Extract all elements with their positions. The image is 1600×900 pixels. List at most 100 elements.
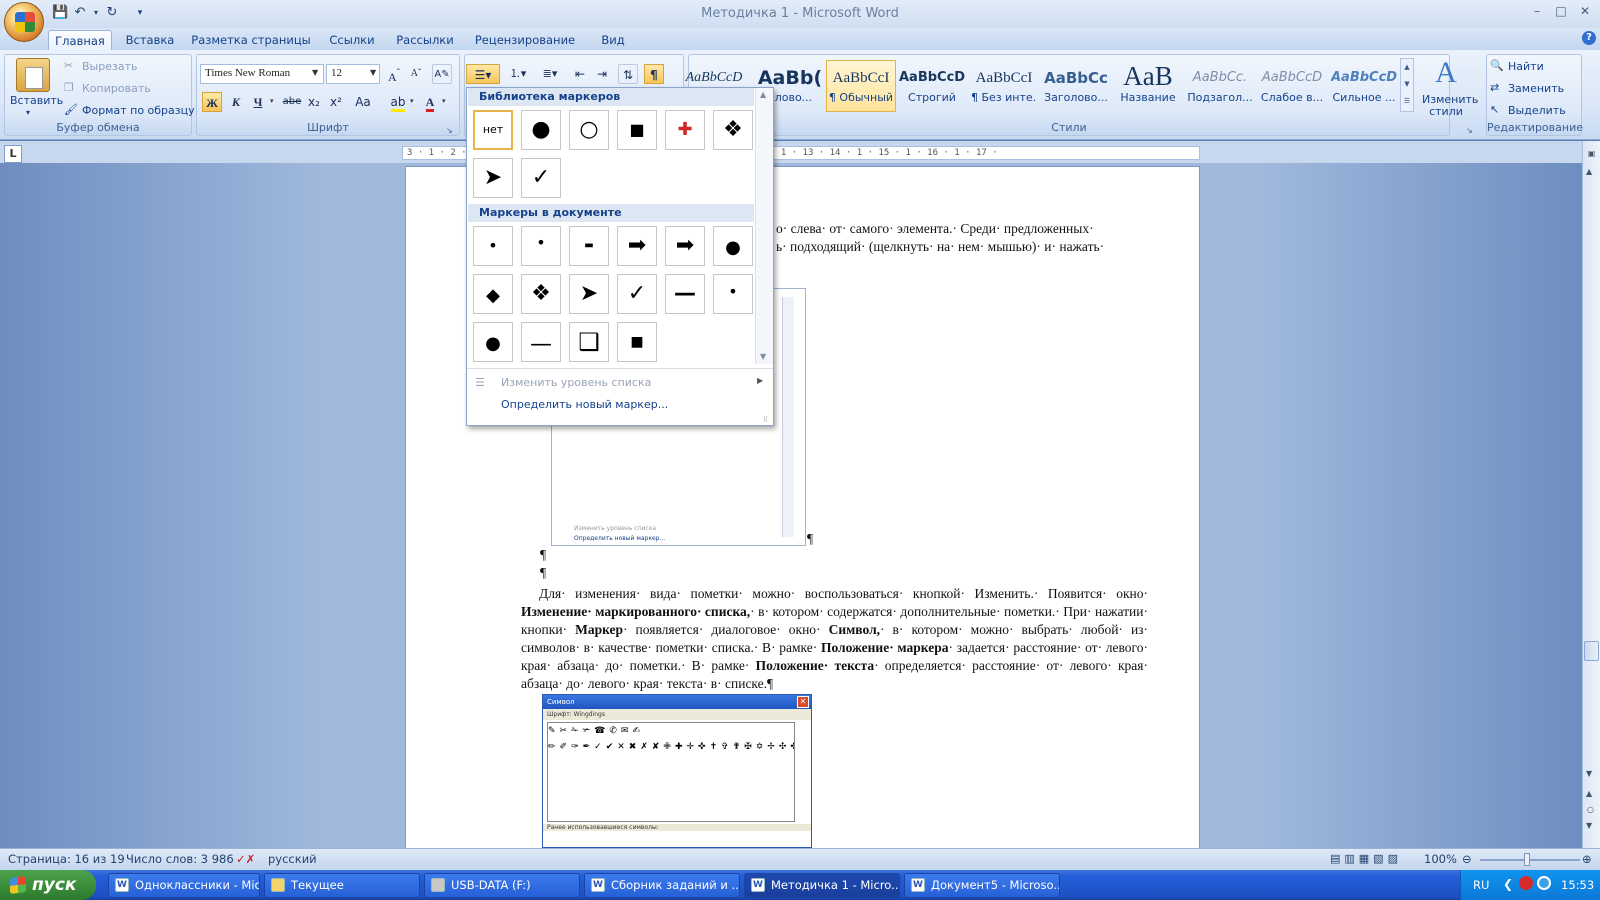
tab-view[interactable]: Вид [592,30,634,50]
style-item[interactable]: AaBbCc. Подзагол... [1186,60,1254,112]
taskbar-item-active[interactable]: W Методичка 1 - Micro... [744,873,900,898]
style-item[interactable]: AaB Название [1114,60,1182,112]
language-tray[interactable]: RU [1473,878,1489,892]
language-indicator[interactable]: русский [268,852,317,866]
dropdown-scroll-up-icon[interactable]: ▲ [760,90,766,99]
bullet-library-item[interactable]: ● [521,110,561,150]
bullet-document-item[interactable]: ▬ [569,226,609,266]
styles-dialog-launcher-icon[interactable]: ↘ [1466,126,1473,135]
superscript-button[interactable]: x² [326,92,346,112]
maximize-button[interactable]: □ [1550,4,1572,22]
view-buttons[interactable]: ▤▥▦▧▨ [1330,852,1402,865]
grow-font-icon[interactable]: Aˆ [384,64,404,84]
bullet-document-item[interactable]: ■ [617,322,657,362]
shrink-font-icon[interactable]: Aˇ [406,64,426,84]
styles-scroll[interactable]: ▲ ▼ ☰ [1400,58,1414,112]
decrease-indent-button[interactable]: ⇤ [570,64,590,84]
clear-formatting-icon[interactable]: A✎ [432,64,452,84]
start-button[interactable]: пуск [0,870,96,900]
scroll-up-icon[interactable]: ▲ [1586,167,1592,176]
increase-indent-button[interactable]: ⇥ [592,64,612,84]
tab-references[interactable]: Ссылки [322,30,382,50]
bullet-document-item[interactable]: ➤ [569,274,609,314]
subscript-button[interactable]: x₂ [304,92,324,112]
bullet-document-item[interactable]: ➡ [617,226,657,266]
resize-grip-icon[interactable]: ⠿ [763,416,768,424]
bullet-library-item[interactable]: ➤ [473,158,513,198]
close-button[interactable]: ✕ [1574,4,1596,22]
ruler-toggle-icon[interactable]: ▣ [1585,149,1598,162]
underline-dropdown-icon[interactable]: ▾ [270,97,274,105]
font-color-icon[interactable]: A [420,92,440,112]
find-button[interactable]: Найти [1508,60,1544,73]
tab-review[interactable]: Рецензирование [470,30,580,50]
proofing-icon[interactable]: ✓✗ [236,852,255,866]
tab-selector[interactable]: L [4,145,22,163]
multilevel-list-button[interactable]: ≣▾ [536,64,564,84]
bullet-document-item[interactable]: — [665,274,705,314]
tab-home[interactable]: Главная [48,30,112,50]
replace-button[interactable]: Заменить [1508,82,1564,95]
embedded-symbol-dialog-image[interactable]: Символ ✕ Шрифт: Wingdings ✎✂✁✃☎✆✉✍✏✐✑✒✓✔… [542,694,812,848]
bullet-document-item[interactable]: ◆ [473,274,513,314]
change-styles-icon[interactable]: A [1426,56,1466,89]
italic-button[interactable]: К [226,92,246,112]
menu-change-list-level[interactable]: Изменить уровень списка [467,372,773,394]
change-case-button[interactable]: Aa [352,92,374,112]
clock[interactable]: 15:53 [1561,878,1594,892]
format-painter-button[interactable]: Формат по образцу [82,104,195,117]
font-name-combo[interactable]: Times New Roman [200,64,324,84]
zoom-level[interactable]: 100% [1424,852,1457,866]
vertical-scrollbar[interactable]: ▣ ▲ ▼ ▲ ○ ▼ [1582,141,1600,848]
tab-page-layout[interactable]: Разметка страницы [190,30,312,50]
bullet-document-item[interactable]: ● [713,226,753,266]
strikethrough-button[interactable]: abe [282,92,302,112]
minimize-button[interactable]: – [1526,4,1548,22]
bullet-document-item[interactable]: — [521,322,561,362]
font-name-dropdown-icon[interactable]: ▼ [312,68,318,77]
style-item[interactable]: AaBbCcD Слабое в... [1258,60,1326,112]
scroll-thumb[interactable] [1584,641,1599,661]
taskbar-item[interactable]: W Документ5 - Microso... [904,873,1060,898]
bullet-none[interactable]: нет [473,110,513,150]
prev-page-icon[interactable]: ▲ [1586,789,1592,798]
bullet-document-item[interactable]: ❑ [569,322,609,362]
bullet-document-item[interactable]: • [521,226,561,266]
font-color-dropdown-icon[interactable]: ▾ [442,97,446,105]
word-count[interactable]: Число слов: 3 986 [126,852,234,866]
tray-arrow-icon[interactable]: ❮ [1503,877,1513,891]
select-button[interactable]: Выделить [1508,104,1566,117]
tab-mailings[interactable]: Рассылки [390,30,460,50]
copy-button[interactable]: Копировать [82,82,151,95]
bullet-document-item[interactable]: • [713,274,753,314]
browse-object-icon[interactable]: ○ [1587,805,1594,814]
bullet-document-item[interactable]: ● [473,322,513,362]
paste-button-label[interactable]: Вставить [10,94,63,107]
numbering-button[interactable]: ⒈▾ [504,64,532,84]
zoom-slider-thumb[interactable] [1524,853,1530,866]
bullet-document-item[interactable]: • [473,226,513,266]
bullet-library-item[interactable]: ✚ [665,110,705,150]
bullet-library-item[interactable]: ✓ [521,158,561,198]
scroll-down-icon[interactable]: ▼ [1586,769,1592,778]
bullets-button[interactable]: ☰▾ [466,64,500,84]
style-item[interactable]: AaBbCcD Сильное ... [1330,60,1398,112]
cut-button[interactable]: Вырезать [82,60,137,73]
zoom-slider-track[interactable] [1480,859,1580,861]
sort-button[interactable]: ⇅ [618,64,638,84]
underline-button[interactable]: Ч [248,92,268,112]
bullet-document-item[interactable]: ➡ [665,226,705,266]
bullet-library-item[interactable]: ❖ [713,110,753,150]
dropdown-scrollbar[interactable]: ▲ ▼ [755,88,773,364]
bullet-document-item[interactable]: ❖ [521,274,561,314]
highlight-icon[interactable]: ab [388,92,408,112]
style-item[interactable]: AaBbCcI ¶ Без инте... [970,60,1038,112]
style-item[interactable]: AaBbCcD Строгий [898,60,966,112]
taskbar-item[interactable]: Текущее [264,873,420,898]
tab-insert[interactable]: Вставка [120,30,180,50]
page-counter[interactable]: Страница: 16 из 19 [8,852,125,866]
zoom-in-icon[interactable]: ⊕ [1582,852,1592,866]
office-button[interactable] [4,2,44,42]
style-item-normal[interactable]: AaBbCcI ¶ Обычный [826,60,896,112]
bullet-library-item[interactable]: ○ [569,110,609,150]
